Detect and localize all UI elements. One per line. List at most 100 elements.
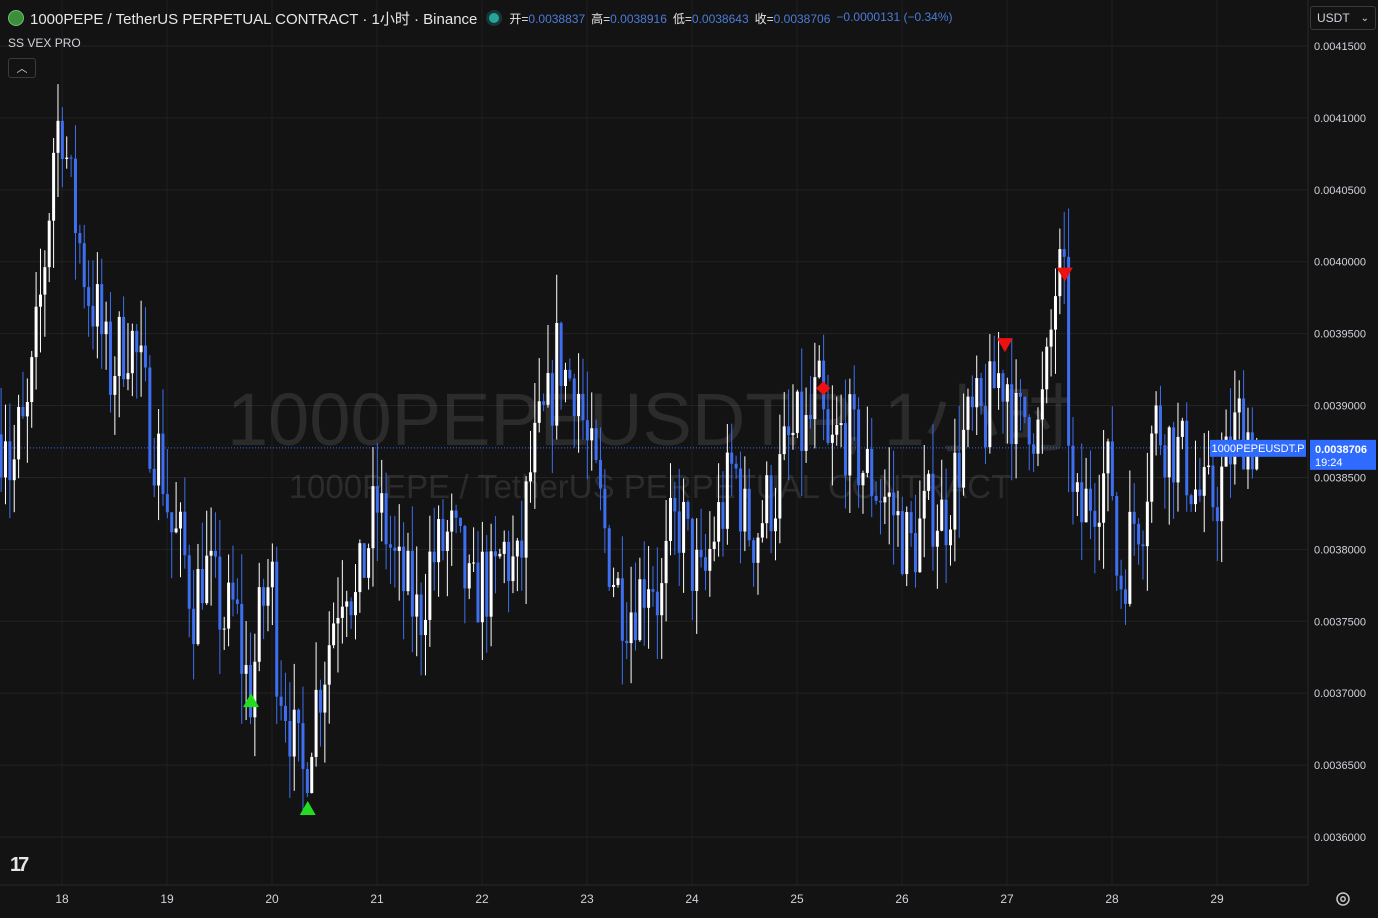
candle-down <box>542 401 546 405</box>
candle-down <box>857 409 861 486</box>
candle-down <box>1023 396 1027 418</box>
collapse-indicators-button[interactable]: ︿ <box>8 58 36 78</box>
price-chart[interactable]: 1000PEPEUSDT.P, 1小时 1000PEPE / TetherUS … <box>0 0 1378 918</box>
candle-down <box>852 394 856 410</box>
candle-down <box>594 428 598 460</box>
tradingview-logo-icon[interactable]: 17 <box>10 854 29 877</box>
candle-down <box>909 512 913 534</box>
open-value: 0.0038837 <box>528 11 586 26</box>
candle-down <box>375 486 379 513</box>
candle-up <box>1128 511 1132 604</box>
candle-up <box>590 428 594 441</box>
candle-down <box>944 499 948 546</box>
candle-up <box>314 689 318 757</box>
candle-up <box>778 454 782 519</box>
high-value: 0.0038916 <box>610 11 667 26</box>
bar-countdown: 19:24 <box>1315 457 1343 469</box>
candle-down <box>752 540 756 563</box>
candle-down <box>1062 249 1066 257</box>
candle-down <box>485 551 489 617</box>
candle-up <box>511 556 515 582</box>
candle-up <box>791 432 795 436</box>
candle-up <box>988 361 992 448</box>
candle-down <box>1093 510 1097 527</box>
candle-up <box>1180 420 1184 437</box>
candle-down <box>603 488 607 529</box>
market-status-icon[interactable] <box>489 13 500 23</box>
candle-up <box>1036 419 1040 454</box>
candle-up <box>244 664 248 674</box>
candle-up <box>12 459 16 481</box>
candle-down <box>161 433 165 495</box>
indicator-label[interactable]: SS VEX PRO <box>8 36 81 50</box>
candle-down <box>1163 445 1167 478</box>
candle-up <box>358 543 362 593</box>
symbol-title[interactable]: 1000PEPE / TetherUS PERPETUAL CONTRACT ·… <box>30 8 477 29</box>
candle-up <box>157 433 161 486</box>
candle-down <box>1132 511 1136 524</box>
candle-up <box>467 563 471 589</box>
candle-up <box>25 402 29 417</box>
candle-down <box>992 361 996 388</box>
candle-down <box>1198 489 1202 496</box>
currency-selector[interactable]: USDT ⌄ <box>1310 6 1376 30</box>
candle-down <box>730 452 734 464</box>
candle-up <box>830 434 834 443</box>
candle-up <box>397 546 401 551</box>
candle-down <box>826 409 830 443</box>
candle-up <box>139 345 143 353</box>
candle-down <box>585 420 589 441</box>
candle-down <box>1189 495 1193 505</box>
candle-up <box>887 492 891 497</box>
candle-down <box>393 547 397 551</box>
candle-down <box>69 157 73 159</box>
x-tick-label: 24 <box>685 892 699 906</box>
candle-down <box>349 601 353 616</box>
candle-up <box>861 472 865 486</box>
candle-up <box>43 267 47 295</box>
candle-up <box>1237 398 1241 413</box>
candle-up <box>905 512 909 575</box>
candle-down <box>721 502 725 529</box>
candle-up <box>406 550 410 592</box>
candle-up <box>1167 427 1171 478</box>
candle-down <box>957 452 961 488</box>
candle-down <box>598 459 602 489</box>
candle-up <box>712 541 716 549</box>
candle-down <box>279 696 283 706</box>
candle-down <box>384 493 388 545</box>
candle-up <box>380 493 384 513</box>
candle-down <box>1088 488 1092 511</box>
candle-up <box>1207 465 1211 468</box>
candle-down <box>1215 507 1219 522</box>
candle-down <box>21 406 25 417</box>
candle-up <box>253 661 257 718</box>
candle-down <box>78 233 82 244</box>
candle-up <box>1084 488 1088 523</box>
candle-up <box>266 587 270 606</box>
candle-up <box>1049 329 1053 347</box>
candle-down <box>1141 544 1145 547</box>
candle-up <box>353 592 357 616</box>
candle-up <box>1202 467 1206 496</box>
high-label: 高= <box>591 11 611 26</box>
candle-up <box>682 501 686 553</box>
candle-up <box>975 378 979 408</box>
candle-down <box>572 378 576 417</box>
chevron-down-icon: ⌄ <box>1360 12 1369 24</box>
candle-down <box>362 543 366 578</box>
x-tick-label: 20 <box>265 892 279 906</box>
candle-down <box>170 512 174 533</box>
ohlc-legend: 开=0.0038837 高=0.0038916 低=0.0038643 收=0.… <box>509 10 952 27</box>
candle-up <box>953 452 957 530</box>
watermark-description: 1000PEPE / TetherUS PERPETUAL CONTRACT <box>289 468 1012 505</box>
candle-down <box>686 501 690 519</box>
candle-up <box>717 502 721 542</box>
y-tick-label: 0.0037500 <box>1314 616 1366 628</box>
candle-up <box>563 369 567 387</box>
candle-down <box>1158 405 1162 446</box>
candle-down <box>410 550 414 617</box>
candle-up <box>883 496 887 503</box>
settings-gear-icon[interactable] <box>1334 890 1352 908</box>
candle-down <box>240 603 244 674</box>
